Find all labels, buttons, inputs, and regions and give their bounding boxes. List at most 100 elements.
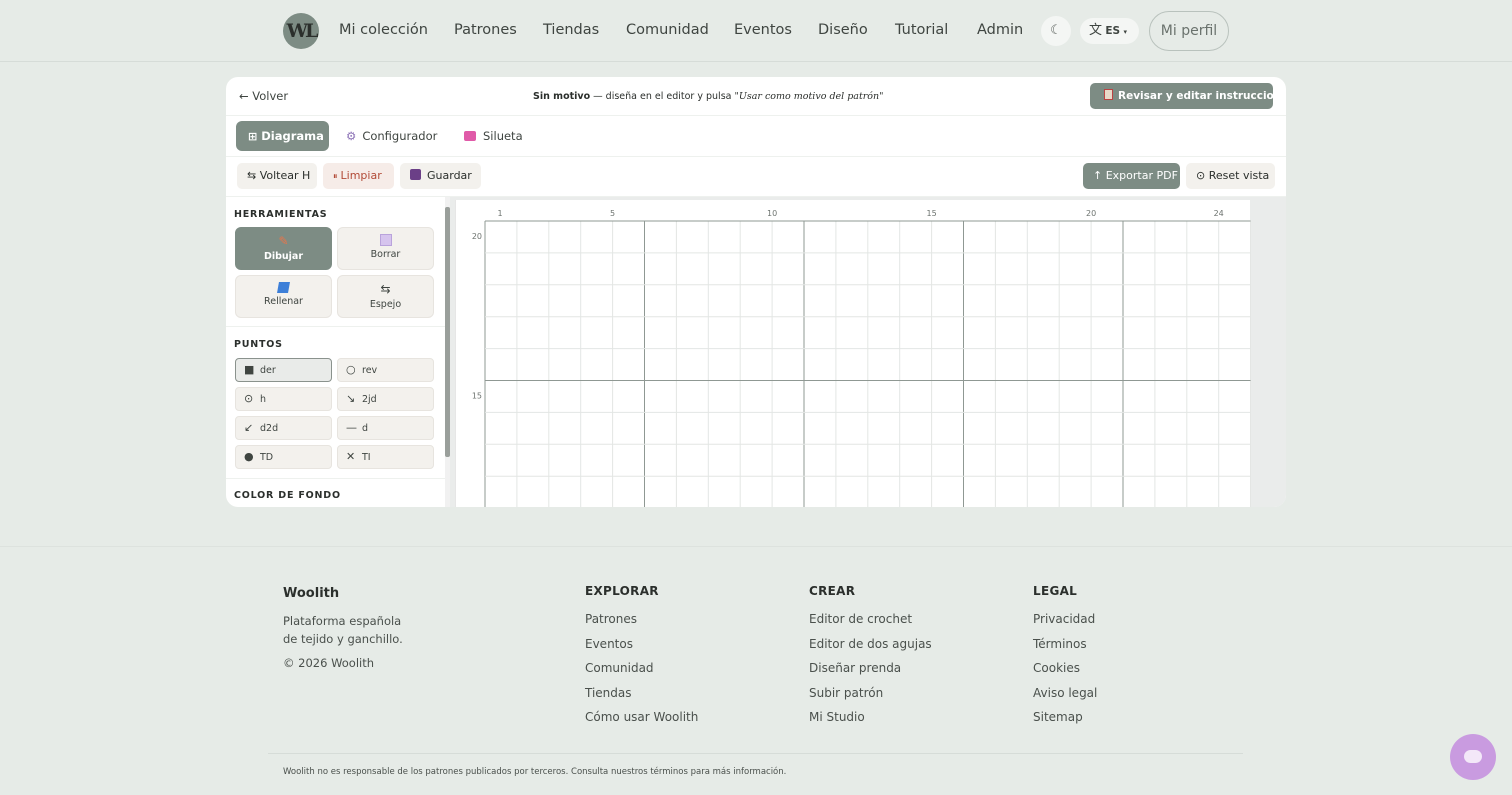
pencil-icon: ✎: [278, 234, 289, 248]
stitch-symbol: ✕: [346, 450, 356, 463]
tab-diagrama[interactable]: ⊞ Diagrama: [236, 121, 329, 151]
notes-icon: [1104, 89, 1113, 100]
footer-link[interactable]: Subir patrón: [809, 686, 932, 711]
chat-button[interactable]: [1450, 734, 1496, 780]
footer-description: Plataforma española de tejido y ganchill…: [283, 614, 403, 646]
footer-link[interactable]: Patrones: [585, 612, 698, 637]
stitch-label: TD: [260, 452, 274, 463]
profile-button[interactable]: Mi perfil: [1149, 11, 1229, 51]
nav-link-admin[interactable]: Admin: [977, 22, 1023, 38]
footer-divider: [0, 546, 1512, 547]
footer-link[interactable]: Comunidad: [585, 661, 698, 686]
nav-link-eventos[interactable]: Eventos: [734, 22, 792, 38]
stitch-symbol: ○: [346, 363, 356, 376]
footer-col-explorar: EXPLORAR Patrones Eventos Comunidad Tien…: [585, 584, 698, 735]
grid-icon: ⊞: [248, 130, 258, 143]
footer-link[interactable]: Sitemap: [1033, 710, 1097, 735]
save-label: Guardar: [427, 169, 472, 182]
footer-link[interactable]: Editor de dos agujas: [809, 637, 932, 662]
nav-link-comunidad[interactable]: Comunidad: [626, 22, 709, 38]
pause-icon: ⏸: [333, 172, 338, 182]
stitch-grid[interactable]: 1 5 10 15 20 242015: [456, 200, 1252, 507]
stitch-d[interactable]: — d: [337, 416, 434, 440]
footer-link[interactable]: Cómo usar Woolith: [585, 710, 698, 735]
grid-row-label: 15: [472, 392, 482, 401]
theme-toggle-button[interactable]: ☾: [1041, 16, 1071, 46]
grid-row-label: 20: [472, 232, 482, 241]
motif-hint: Sin motivo — diseña en el editor y pulsa…: [533, 91, 884, 102]
footer-link[interactable]: Privacidad: [1033, 612, 1097, 637]
nav-link-tiendas[interactable]: Tiendas: [543, 22, 599, 38]
stitch-symbol: —: [346, 421, 357, 434]
footer-link[interactable]: Tiendas: [585, 686, 698, 711]
footer-link[interactable]: Términos: [1033, 637, 1097, 662]
draw-tool-button[interactable]: ✎ Dibujar: [235, 227, 332, 270]
hint-text: — diseña en el editor y pulsa: [590, 91, 735, 102]
logo[interactable]: WL: [283, 13, 319, 49]
tools-title: HERRAMIENTAS: [234, 209, 328, 220]
review-instructions-button[interactable]: Revisar y editar instrucciones: [1090, 83, 1286, 109]
footer-link[interactable]: Editor de crochet: [809, 612, 932, 637]
reset-view-button[interactable]: ⊙ Reset vista: [1186, 163, 1275, 189]
stitch-h[interactable]: ⊙ h: [235, 387, 332, 411]
divider: [226, 326, 445, 327]
nav-link-mi-coleccion[interactable]: Mi colección: [339, 22, 428, 38]
footer-col-title: CREAR: [809, 584, 856, 598]
clear-button[interactable]: ⏸ Limpiar: [323, 163, 394, 189]
gear-icon: ⚙: [346, 129, 357, 143]
chat-bubble-icon: [1464, 750, 1482, 763]
bg-color-title: COLOR DE FONDO: [234, 490, 341, 501]
tool-label: Espejo: [369, 299, 402, 310]
erase-tool-button[interactable]: Borrar: [337, 227, 434, 270]
tool-label: Rellenar: [264, 296, 303, 307]
nav-link-diseno[interactable]: Diseño: [818, 22, 868, 38]
mirror-tool-button[interactable]: ⇆ Espejo: [337, 275, 434, 318]
grid-column-label: 20: [1086, 209, 1096, 218]
stitch-rev[interactable]: ○ rev: [337, 358, 434, 382]
review-label: Revisar y editar instrucciones: [1118, 90, 1286, 102]
footer-col-legal: LEGAL Privacidad Términos Cookies Aviso …: [1033, 584, 1097, 735]
fill-icon: [277, 282, 290, 293]
stitch-td[interactable]: ● TD: [235, 445, 332, 469]
flip-horizontal-button[interactable]: ⇆ Voltear H: [237, 163, 317, 189]
nav-link-tutorial[interactable]: Tutorial: [895, 22, 948, 38]
stitch-label: d: [362, 423, 369, 434]
stitch-label: d2d: [260, 423, 279, 434]
stitch-symbol: ↘: [346, 392, 356, 405]
stitch-symbol: ■: [244, 363, 255, 376]
footer-link[interactable]: Aviso legal: [1033, 686, 1097, 711]
tool-label: Dibujar: [263, 251, 304, 262]
footer-link[interactable]: Cookies: [1033, 661, 1097, 686]
fill-tool-button[interactable]: Rellenar: [235, 275, 332, 318]
footer-brand: Woolith: [283, 586, 340, 601]
footer-bottom-divider: [268, 753, 1243, 754]
export-pdf-button[interactable]: ↑ Exportar PDF: [1083, 163, 1180, 189]
footer-link[interactable]: Mi Studio: [809, 710, 932, 735]
top-nav: WL Mi colección Patrones Tiendas Comunid…: [0, 0, 1512, 62]
chart-grid-canvas[interactable]: 1 5 10 15 20 24 20 15: [455, 200, 1252, 507]
stitch-der[interactable]: ■ der: [235, 358, 332, 382]
stitch-label: h: [260, 394, 267, 405]
back-link[interactable]: ← Volver: [239, 89, 288, 103]
footer-link[interactable]: Diseñar prenda: [809, 661, 932, 686]
language-selector[interactable]: 文 ES ▾: [1080, 18, 1139, 44]
clear-label: Limpiar: [340, 169, 382, 182]
stitch-label: TI: [362, 452, 371, 463]
tab-configurador[interactable]: ⚙ Configurador: [346, 121, 437, 151]
footer-link[interactable]: Eventos: [585, 637, 698, 662]
stitch-ti[interactable]: ✕ TI: [337, 445, 434, 469]
chevron-down-icon: ▾: [1123, 28, 1127, 36]
footer-disclaimer: Woolith no es responsable de los patrone…: [283, 767, 787, 777]
tab-silueta[interactable]: Silueta: [464, 121, 523, 151]
stitch-d2d[interactable]: ↙ d2d: [235, 416, 332, 440]
grid-column-label: 10: [767, 209, 777, 218]
save-button[interactable]: Guardar: [400, 163, 481, 189]
stitch-2jd[interactable]: ↘ 2jd: [337, 387, 434, 411]
editor-card: ← Volver Sin motivo — diseña en el edito…: [226, 77, 1286, 507]
tab-label: Diagrama: [261, 129, 324, 143]
stitch-symbol: ●: [244, 450, 254, 463]
nav-link-patrones[interactable]: Patrones: [454, 22, 517, 38]
hint-quote: "Usar como motivo del patrón": [734, 91, 884, 102]
divider: [226, 156, 1286, 157]
eraser-icon: [379, 234, 392, 246]
